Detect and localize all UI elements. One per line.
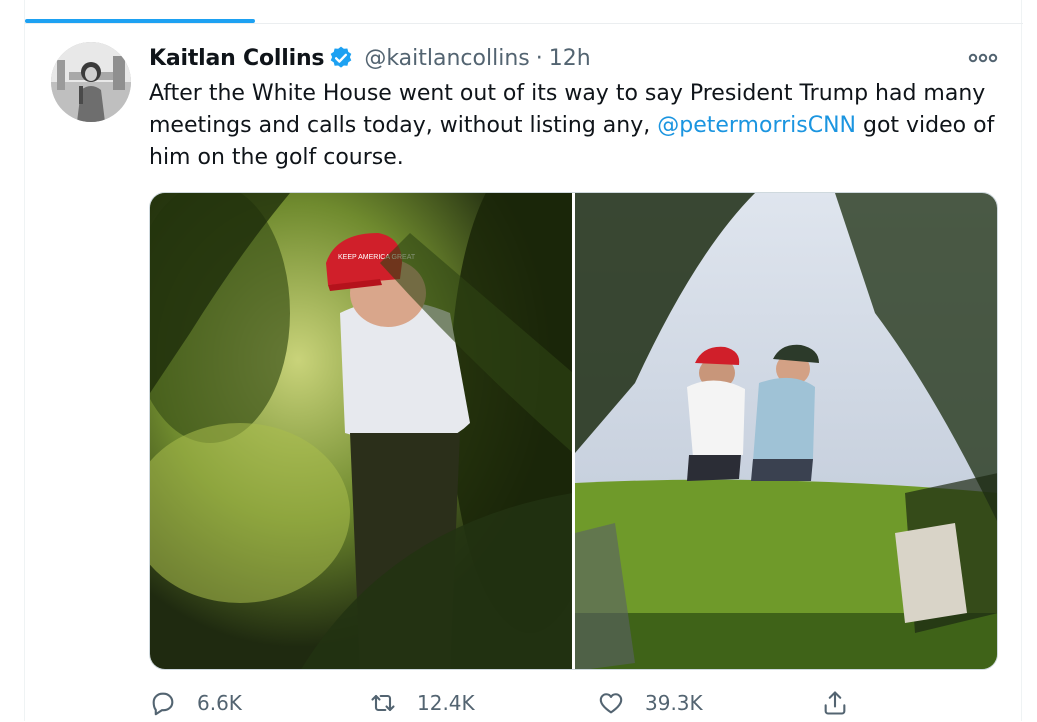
- heart-icon: [597, 689, 625, 717]
- tweet-header: Kaitlan Collins @kaitlancollins · 12h: [149, 42, 591, 74]
- retweet-button[interactable]: 12.4K: [369, 689, 475, 717]
- avatar[interactable]: [51, 42, 131, 122]
- share-button[interactable]: [821, 689, 869, 717]
- retweet-count: 12.4K: [417, 691, 475, 715]
- tweet-actions: 6.6K 12.4K 39.3K: [149, 686, 869, 720]
- separator-dot: ·: [535, 45, 543, 71]
- like-count: 39.3K: [645, 691, 703, 715]
- divider: [25, 23, 1023, 24]
- media-grid: KEEP AMERICA GREAT: [149, 192, 998, 670]
- tweet-timestamp[interactable]: 12h: [549, 46, 591, 71]
- tweet-text: After the White House went out of its wa…: [149, 78, 1005, 174]
- photo-left[interactable]: KEEP AMERICA GREAT: [150, 193, 572, 669]
- share-icon: [821, 689, 849, 717]
- like-button[interactable]: 39.3K: [597, 689, 703, 717]
- photo-right[interactable]: [575, 193, 997, 669]
- reply-icon: [149, 689, 177, 717]
- reply-count: 6.6K: [197, 691, 242, 715]
- mention-link[interactable]: @petermorrisCNN: [657, 113, 856, 138]
- reply-button[interactable]: 6.6K: [149, 689, 242, 717]
- tweet-container: Kaitlan Collins @kaitlancollins · 12h Af…: [24, 0, 1023, 721]
- avatar-image: [51, 42, 131, 122]
- author-handle[interactable]: @kaitlancollins: [364, 46, 529, 71]
- verified-badge-icon: [328, 45, 354, 71]
- more-options-icon[interactable]: [965, 46, 1001, 70]
- author-name[interactable]: Kaitlan Collins: [149, 46, 325, 71]
- retweet-icon: [369, 689, 397, 717]
